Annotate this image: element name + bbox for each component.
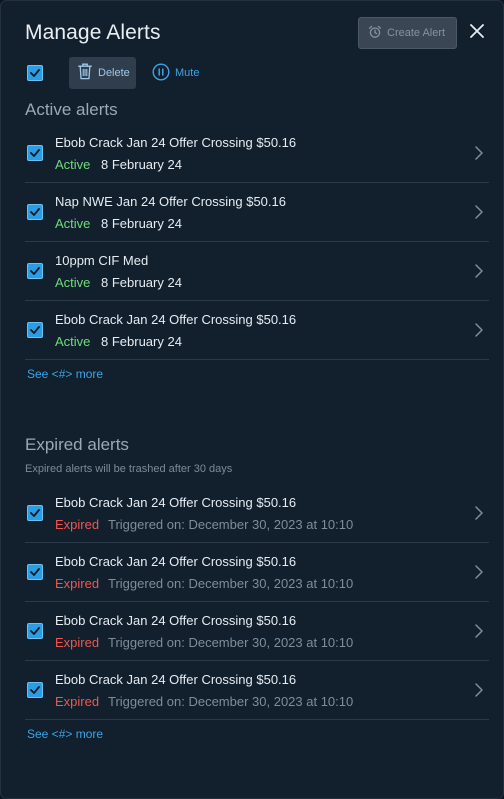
- alert-date: 8 February 24: [101, 216, 182, 231]
- alert-checkbox[interactable]: [27, 623, 43, 639]
- alert-status: Active: [55, 275, 91, 290]
- expired-alert-row[interactable]: Ebob Crack Jan 24 Offer Crossing $50.16 …: [25, 661, 489, 720]
- create-alert-label: Create Alert: [387, 27, 446, 39]
- alert-name: Ebob Crack Jan 24 Offer Crossing $50.16: [55, 312, 297, 327]
- alert-checkbox[interactable]: [27, 322, 43, 338]
- mute-label: Mute: [175, 67, 200, 79]
- alert-checkbox[interactable]: [27, 564, 43, 580]
- expired-alert-row[interactable]: Ebob Crack Jan 24 Offer Crossing $50.16 …: [25, 484, 489, 543]
- mute-button[interactable]: Mute: [152, 57, 199, 89]
- alert-triggered-time: Triggered on: December 30, 2023 at 10:10: [108, 635, 354, 650]
- alert-checkbox[interactable]: [27, 145, 43, 161]
- chevron-right-icon[interactable]: [473, 263, 485, 279]
- alert-triggered-time: Triggered on: December 30, 2023 at 10:10: [108, 517, 354, 532]
- chevron-right-icon[interactable]: [473, 322, 485, 338]
- checkbox-checked-icon: [30, 149, 40, 157]
- alert-status: Expired: [55, 517, 100, 532]
- alert-name: Nap NWE Jan 24 Offer Crossing $50.16: [55, 194, 286, 209]
- alert-date: 8 February 24: [101, 157, 182, 172]
- alert-date: 8 February 24: [101, 275, 182, 290]
- active-alert-row[interactable]: Ebob Crack Jan 24 Offer Crossing $50.16 …: [25, 301, 489, 360]
- alert-status: Active: [55, 157, 91, 172]
- dialog-title: Manage Alerts: [25, 21, 161, 44]
- checkbox-checked-icon: [30, 326, 40, 334]
- alert-name: Ebob Crack Jan 24 Offer Crossing $50.16: [55, 495, 297, 510]
- expired-alert-row[interactable]: Ebob Crack Jan 24 Offer Crossing $50.16 …: [25, 543, 489, 602]
- checkbox-checked-icon: [30, 267, 40, 275]
- active-alerts-list: Ebob Crack Jan 24 Offer Crossing $50.16 …: [25, 124, 489, 360]
- alert-name: Ebob Crack Jan 24 Offer Crossing $50.16: [55, 135, 297, 150]
- checkbox-checked-icon: [30, 568, 40, 576]
- select-all-checkbox[interactable]: [27, 65, 43, 81]
- alert-checkbox[interactable]: [27, 204, 43, 220]
- chevron-right-icon[interactable]: [473, 623, 485, 639]
- checkbox-checked-icon: [30, 509, 40, 517]
- active-alerts-heading: Active alerts: [25, 100, 118, 119]
- alert-name: Ebob Crack Jan 24 Offer Crossing $50.16: [55, 613, 297, 628]
- alert-checkbox[interactable]: [27, 505, 43, 521]
- chevron-right-icon[interactable]: [473, 682, 485, 698]
- checkbox-checked-icon: [30, 69, 40, 77]
- alert-name: 10ppm CIF Med: [55, 253, 149, 268]
- chevron-right-icon[interactable]: [473, 204, 485, 220]
- manage-alerts-dialog: Manage Alerts Create Alert Delete Mute A…: [0, 0, 504, 799]
- checkbox-checked-icon: [30, 627, 40, 635]
- alarm-clock-icon: [368, 25, 382, 42]
- trash-icon: [78, 63, 92, 83]
- delete-button[interactable]: Delete: [69, 57, 136, 89]
- close-icon: [470, 23, 484, 43]
- delete-label: Delete: [98, 67, 130, 79]
- expired-alerts-list: Ebob Crack Jan 24 Offer Crossing $50.16 …: [25, 484, 489, 720]
- alert-name: Ebob Crack Jan 24 Offer Crossing $50.16: [55, 672, 297, 687]
- expired-alerts-subtitle: Expired alerts will be trashed after 30 …: [25, 463, 233, 475]
- close-button[interactable]: [467, 23, 487, 43]
- chevron-right-icon[interactable]: [473, 505, 485, 521]
- alert-triggered-time: Triggered on: December 30, 2023 at 10:10: [108, 694, 354, 709]
- alert-checkbox[interactable]: [27, 263, 43, 279]
- active-alert-row[interactable]: 10ppm CIF Med Active 8 February 24: [25, 242, 489, 301]
- expired-alerts-heading: Expired alerts: [25, 435, 129, 454]
- expired-see-more-link[interactable]: See <#> more: [27, 727, 103, 741]
- active-alert-row[interactable]: Nap NWE Jan 24 Offer Crossing $50.16 Act…: [25, 183, 489, 242]
- checkbox-checked-icon: [30, 686, 40, 694]
- chevron-right-icon[interactable]: [473, 564, 485, 580]
- expired-alert-row[interactable]: Ebob Crack Jan 24 Offer Crossing $50.16 …: [25, 602, 489, 661]
- alert-status: Expired: [55, 576, 100, 591]
- active-alert-row[interactable]: Ebob Crack Jan 24 Offer Crossing $50.16 …: [25, 124, 489, 183]
- alert-triggered-time: Triggered on: December 30, 2023 at 10:10: [108, 576, 354, 591]
- alert-name: Ebob Crack Jan 24 Offer Crossing $50.16: [55, 554, 297, 569]
- alert-status: Expired: [55, 635, 100, 650]
- pause-circle-icon: [152, 62, 170, 84]
- create-alert-button[interactable]: Create Alert: [358, 17, 457, 49]
- alert-date: 8 February 24: [101, 334, 182, 349]
- alert-status: Active: [55, 334, 91, 349]
- alert-status: Active: [55, 216, 91, 231]
- checkbox-checked-icon: [30, 208, 40, 216]
- alert-status: Expired: [55, 694, 100, 709]
- chevron-right-icon[interactable]: [473, 145, 485, 161]
- alert-checkbox[interactable]: [27, 682, 43, 698]
- active-see-more-link[interactable]: See <#> more: [27, 367, 103, 381]
